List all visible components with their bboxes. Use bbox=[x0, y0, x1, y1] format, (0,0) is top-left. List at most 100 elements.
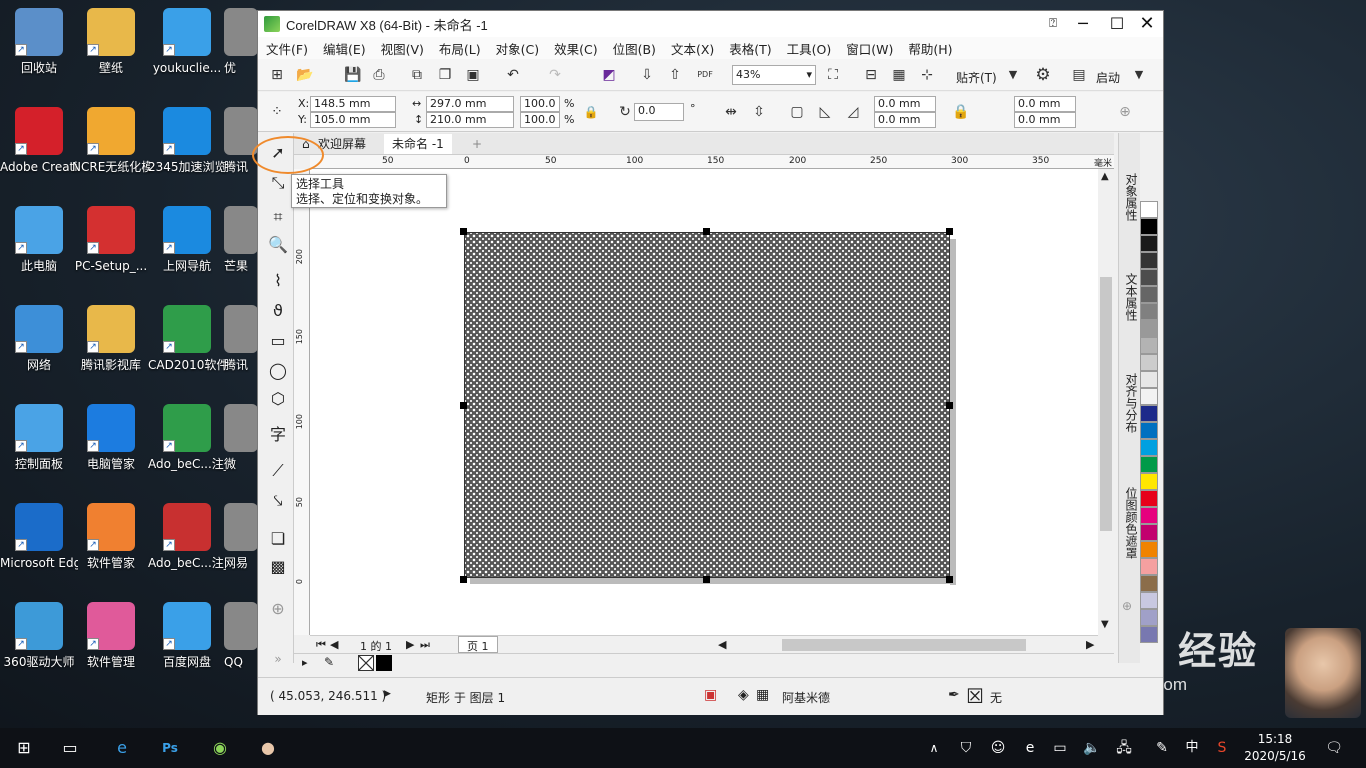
photo-taskbar-icon[interactable]: ● bbox=[256, 736, 280, 760]
search-content-icon[interactable]: ◩ bbox=[598, 64, 620, 86]
docker-bitmap-color-mask[interactable]: 位图颜色遮罩 bbox=[1122, 487, 1138, 559]
desktop-icon-cad2010-package[interactable]: ↗ CAD2010软件安装包 ... bbox=[148, 305, 226, 373]
security-tray-icon[interactable]: ⛉ bbox=[954, 736, 978, 760]
scalloped-corner-icon[interactable]: ◺ bbox=[814, 101, 836, 123]
selection-handle-ml[interactable] bbox=[460, 402, 467, 409]
text-tool-icon[interactable]: 字 bbox=[266, 423, 290, 447]
desktop-icon-adobe-creative-cloud[interactable]: ↗ Adobe Creati... bbox=[0, 107, 78, 175]
windows-start-icon[interactable]: ⊞ bbox=[12, 736, 36, 760]
pdf-icon[interactable]: PDF bbox=[694, 64, 716, 86]
desktop-icon-youku-client[interactable]: ↗ youkuclie... bbox=[148, 8, 226, 76]
corner-lock-icon[interactable]: 🔒 bbox=[950, 101, 972, 123]
import-icon[interactable]: ⇩ bbox=[636, 64, 658, 86]
corner-radius-1[interactable]: 0.0 mm bbox=[874, 96, 936, 112]
palette-swatch[interactable] bbox=[1140, 626, 1158, 643]
add-docker-icon[interactable]: ⊕ bbox=[1122, 599, 1132, 613]
palette-swatch[interactable] bbox=[1140, 575, 1158, 592]
palette-swatch[interactable] bbox=[1140, 422, 1158, 439]
dimension-tool-icon[interactable]: ⟋ bbox=[266, 459, 290, 483]
launch-menu[interactable]: 启动 bbox=[1096, 69, 1120, 86]
menu-item-4[interactable]: 对象(C) bbox=[496, 39, 539, 58]
scroll-up-icon[interactable]: ▲ bbox=[1101, 171, 1109, 182]
rotation-field[interactable]: 0.0 bbox=[634, 103, 684, 121]
y-position-field[interactable]: 105.0 mm bbox=[310, 112, 396, 128]
snap-to-menu[interactable]: 贴齐(T) bbox=[956, 69, 997, 86]
menu-item-5[interactable]: 效果(C) bbox=[554, 39, 597, 58]
freehand-tool-icon[interactable]: ⌇ bbox=[266, 269, 290, 293]
desktop-icon-partial[interactable]: QQ bbox=[224, 602, 258, 670]
menu-item-6[interactable]: 位图(B) bbox=[613, 39, 656, 58]
corner-radius-4[interactable]: 0.0 mm bbox=[1014, 112, 1076, 128]
chevron-down-icon[interactable]: ▼ bbox=[1002, 64, 1024, 86]
desktop-icon-baidu-netdisk[interactable]: ↗ 百度网盘 bbox=[148, 602, 226, 670]
minimize-button[interactable]: ─ bbox=[1068, 13, 1098, 35]
notification-icon[interactable]: 🗨 bbox=[1322, 736, 1346, 760]
menu-item-10[interactable]: 窗口(W) bbox=[846, 39, 893, 58]
menu-item-1[interactable]: 编辑(E) bbox=[323, 39, 366, 58]
palette-swatch[interactable] bbox=[1140, 252, 1158, 269]
ime-indicator[interactable]: 中 bbox=[1180, 736, 1204, 760]
scale-x-field[interactable]: 100.0 bbox=[520, 96, 560, 112]
eyedropper-icon[interactable]: ✎ bbox=[324, 655, 334, 669]
network-tray-icon[interactable]: 🖧 bbox=[1112, 736, 1136, 760]
desktop-icon-this-pc[interactable]: ↗ 此电脑 bbox=[0, 206, 78, 274]
palette-swatch[interactable] bbox=[1140, 405, 1158, 422]
ie-taskbar-icon[interactable]: e bbox=[110, 736, 134, 760]
menu-item-0[interactable]: 文件(F) bbox=[266, 39, 308, 58]
palette-swatch[interactable] bbox=[1140, 592, 1158, 609]
palette-swatch[interactable] bbox=[1140, 473, 1158, 490]
selection-handle-bl[interactable] bbox=[460, 576, 467, 583]
palette-swatch[interactable] bbox=[1140, 439, 1158, 456]
scale-y-field[interactable]: 100.0 bbox=[520, 112, 560, 128]
clock[interactable]: 15:18 2020/5/16 bbox=[1240, 731, 1310, 765]
last-page-icon[interactable]: ⏭ bbox=[420, 638, 430, 652]
volume-icon[interactable]: 🔈 bbox=[1080, 736, 1104, 760]
corner-radius-2[interactable]: 0.0 mm bbox=[874, 112, 936, 128]
cut-icon[interactable]: ⧉ bbox=[406, 64, 428, 86]
desktop-icon-wallpaper-folder[interactable]: ↗ 壁纸 bbox=[72, 8, 150, 76]
task-view-icon[interactable]: ▭ bbox=[58, 736, 82, 760]
help-account-icon[interactable]: ⍰ bbox=[1038, 13, 1068, 35]
hscroll-right-icon[interactable]: ▶ bbox=[1086, 638, 1094, 651]
x-position-field[interactable]: 148.5 mm bbox=[310, 96, 396, 112]
palette-swatch[interactable] bbox=[1140, 201, 1158, 218]
palette-swatch[interactable] bbox=[1140, 507, 1158, 524]
vertical-scrollbar[interactable]: ▲ ▼ bbox=[1098, 169, 1114, 635]
grid-icon[interactable]: ▦ bbox=[888, 64, 910, 86]
tab-document[interactable]: 未命名 -1 bbox=[384, 134, 452, 154]
color-proof-icon[interactable]: ▣ bbox=[704, 687, 717, 703]
black-swatch[interactable] bbox=[376, 655, 392, 671]
palette-swatch[interactable] bbox=[1140, 235, 1158, 252]
lock-ratio-icon[interactable]: 🔒 bbox=[580, 101, 602, 123]
transparency-tool-icon[interactable]: ▩ bbox=[266, 555, 290, 579]
desktop-icon-network[interactable]: ↗ 网络 bbox=[0, 305, 78, 373]
pen-tray-icon[interactable]: ✎ bbox=[1150, 736, 1174, 760]
desktop-icon-partial[interactable]: 芒果 bbox=[224, 206, 258, 274]
palette-swatch[interactable] bbox=[1140, 609, 1158, 626]
desktop-icon-adobe-keygen-1[interactable]: ↗ Ado_beC...注_册机 bbox=[148, 404, 226, 472]
menu-item-9[interactable]: 工具(O) bbox=[787, 39, 832, 58]
shape-tool-icon[interactable]: ⤡ bbox=[266, 171, 290, 195]
artistic-media-icon[interactable]: ϑ bbox=[266, 299, 290, 323]
mirror-horizontal-icon[interactable]: ⇹ bbox=[720, 101, 742, 123]
palette-swatch[interactable] bbox=[1140, 490, 1158, 507]
tray-expand-icon[interactable]: ∧ bbox=[922, 736, 946, 760]
palette-swatch[interactable] bbox=[1140, 337, 1158, 354]
desktop-icon-software-manager[interactable]: ↗ 软件管家 bbox=[72, 503, 150, 571]
open-icon[interactable]: 📂 bbox=[294, 64, 316, 86]
zoom-level-select[interactable]: 43% ▾ bbox=[732, 65, 816, 85]
desktop-icon-partial[interactable]: 微 bbox=[224, 404, 258, 472]
menu-item-11[interactable]: 帮助(H) bbox=[908, 39, 952, 58]
palette-swatch[interactable] bbox=[1140, 269, 1158, 286]
reference-point-icon[interactable]: ⁘ bbox=[266, 101, 288, 123]
ellipse-tool-icon[interactable]: ◯ bbox=[266, 359, 290, 383]
browser-tray-icon[interactable]: e bbox=[1018, 736, 1042, 760]
desktop-icon-partial[interactable]: 优 bbox=[224, 8, 258, 76]
redo-icon[interactable]: ↷ bbox=[544, 64, 566, 86]
width-field[interactable]: 297.0 mm bbox=[426, 96, 514, 112]
palette-swatch[interactable] bbox=[1140, 388, 1158, 405]
desktop-icon-microsoft-edge[interactable]: ↗ Microsoft Edge bbox=[0, 503, 78, 571]
scroll-thumb[interactable] bbox=[1100, 277, 1112, 531]
desktop-icon-recycle-bin[interactable]: ↗ 回收站 bbox=[0, 8, 78, 76]
no-color-swatch[interactable] bbox=[358, 655, 374, 671]
